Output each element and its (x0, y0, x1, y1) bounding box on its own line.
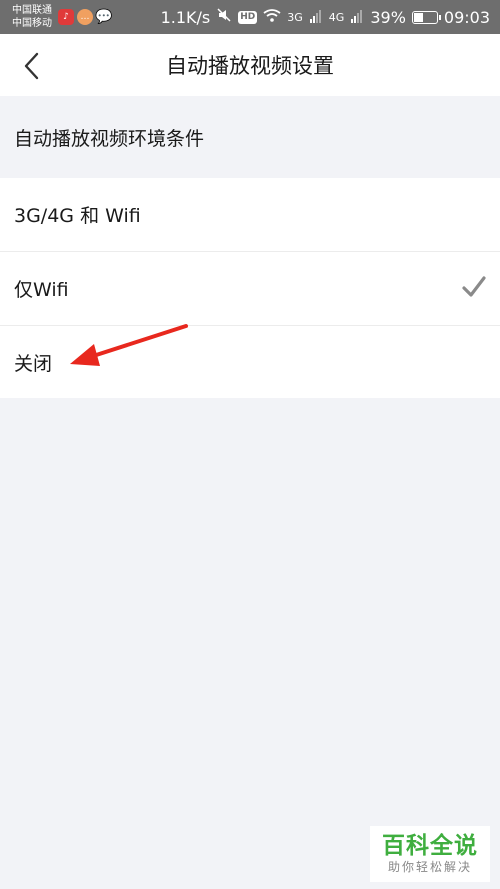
network-type-2: 4G (328, 10, 345, 24)
chat-icon: 💬 (95, 9, 113, 25)
hd-badge: HD (238, 10, 258, 24)
status-bar: 中国联通 中国移动 ♪ … 💬 1.1K/s HD 3G 4G 39% 09:0… (0, 0, 500, 34)
annotation-arrow (70, 324, 188, 366)
watermark-subtitle: 助你轻松解决 (387, 860, 472, 874)
signal-icon-1 (309, 8, 323, 27)
netease-music-icon: ♪ (58, 9, 74, 25)
battery-fill (413, 12, 424, 22)
option-label: 关闭 (14, 352, 53, 375)
header: 自动播放视频设置 (0, 34, 500, 96)
option-label: 3G/4G 和 Wifi (14, 205, 141, 227)
notification-icons: ♪ … 💬 (58, 9, 113, 25)
back-button[interactable] (14, 48, 50, 84)
mute-icon (216, 7, 232, 27)
wifi-icon (263, 8, 281, 27)
chevron-left-icon (24, 52, 39, 80)
net-speed: 1.1K/s (160, 7, 211, 27)
message-bubble-icon: … (77, 9, 93, 25)
option-3g4g-wifi[interactable]: 3G/4G 和 Wifi (0, 178, 500, 252)
network-type-1: 3G (287, 10, 303, 24)
carrier-info: 中国联通 中国移动 (12, 4, 52, 30)
clock: 09:03 (443, 7, 490, 27)
carrier-1: 中国联通 (12, 5, 52, 16)
battery-icon (411, 10, 441, 24)
option-wifi-only[interactable]: 仅Wifi (0, 252, 500, 326)
status-indicators: 1.1K/s HD 3G 4G 39% 09:03 (161, 7, 490, 27)
watermark-title: 百科全说 (382, 833, 478, 859)
carrier-2: 中国移动 (12, 18, 52, 29)
battery-percent: 39% (370, 7, 406, 27)
watermark-logo: 百科全说 助你轻松解决 (370, 826, 490, 882)
signal-icon-2 (350, 8, 364, 27)
check-icon (462, 276, 486, 303)
section-label: 自动播放视频环境条件 (14, 127, 205, 150)
option-label: 仅Wifi (14, 279, 69, 301)
page-title: 自动播放视频设置 (166, 54, 334, 78)
